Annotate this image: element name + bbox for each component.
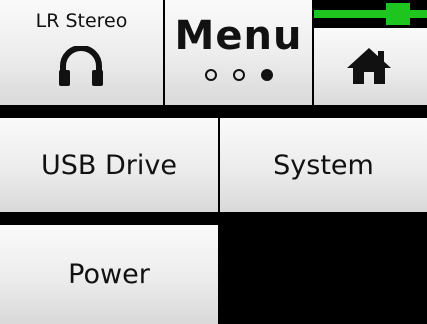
page-dot-1 — [204, 69, 217, 81]
power-button[interactable]: Power — [0, 225, 218, 324]
menu-header: Menu — [165, 0, 312, 105]
page-dot-3-active — [260, 69, 273, 81]
output-mode-label: LR Stereo — [35, 10, 128, 32]
output-select-button[interactable]: LR Stereo — [0, 0, 163, 105]
level-meter — [314, 0, 427, 28]
power-label: Power — [68, 259, 150, 290]
page-title: Menu — [174, 13, 303, 59]
page-dot-2 — [232, 69, 245, 81]
headphones-icon — [59, 46, 103, 86]
home-button[interactable] — [314, 28, 427, 105]
usb-drive-button[interactable]: USB Drive — [0, 118, 218, 212]
system-button[interactable]: System — [220, 118, 427, 212]
page-indicator — [165, 69, 312, 81]
usb-drive-label: USB Drive — [41, 149, 177, 181]
home-icon — [347, 48, 391, 84]
system-label: System — [273, 149, 374, 181]
level-meter-graphic — [314, 3, 427, 25]
